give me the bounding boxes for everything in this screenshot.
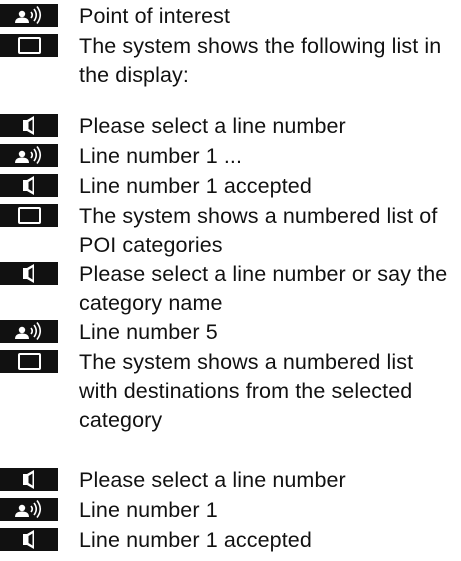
loudspeaker-icon <box>0 262 58 285</box>
speaker-voice-icon <box>0 4 58 27</box>
dialog-text: Point of interest <box>79 4 231 28</box>
speaker-voice-icon <box>0 144 58 167</box>
dialog-text: Line number 1 accepted <box>79 528 312 552</box>
display-screen-icon <box>0 34 58 57</box>
speaker-voice-icon <box>0 498 58 521</box>
dialog-text: The system shows a numbered list of POI … <box>79 204 438 257</box>
display-screen-icon <box>0 350 58 373</box>
dialog-text: Line number 1 accepted <box>79 174 312 198</box>
loudspeaker-icon <box>0 114 58 137</box>
dialog-text: Please select a line number <box>79 114 346 138</box>
loudspeaker-icon <box>0 174 58 197</box>
dialog-text: Line number 5 <box>79 320 218 344</box>
dialog-text: Please select a line number <box>79 468 346 492</box>
dialog-text: Line number 1 <box>79 498 218 522</box>
dialog-text: Please select a line number or say the c… <box>79 262 448 315</box>
loudspeaker-icon <box>0 528 58 551</box>
loudspeaker-icon <box>0 468 58 491</box>
dialog-text: Line number 1 ... <box>79 144 243 168</box>
dialog-text: The system shows the following list in t… <box>79 34 442 87</box>
dialog-text: The system shows a numbered list with de… <box>79 350 414 432</box>
display-screen-icon <box>0 204 58 227</box>
speaker-voice-icon <box>0 320 58 343</box>
